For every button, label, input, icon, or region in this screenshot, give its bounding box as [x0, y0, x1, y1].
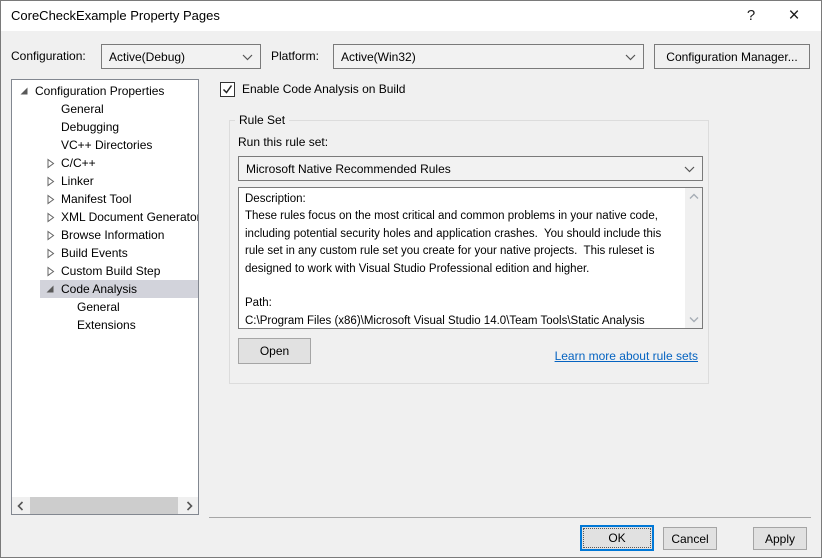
rule-set-description-box: Description: These rules focus on the mo…: [238, 187, 703, 329]
enable-code-analysis-label: Enable Code Analysis on Build: [242, 82, 406, 96]
configuration-tree: Configuration Properties General Debugging…: [11, 79, 199, 515]
tree-rows: Configuration Properties General Debugging…: [12, 82, 198, 334]
tree-item-label: General: [61, 102, 104, 116]
close-icon[interactable]: ×: [781, 1, 807, 31]
scroll-up-icon[interactable]: [685, 188, 702, 205]
tree-item-general[interactable]: General: [12, 298, 198, 316]
tree-item-manifest-tool[interactable]: Manifest Tool: [12, 190, 198, 208]
property-pages-dialog: CoreCheckExample Property Pages ? × Conf…: [0, 0, 822, 558]
tree-item-debugging[interactable]: Debugging: [12, 118, 198, 136]
tree-item-browse-information[interactable]: Browse Information: [12, 226, 198, 244]
collapsed-icon[interactable]: [40, 194, 60, 205]
tree-item-extensions[interactable]: Extensions: [12, 316, 198, 334]
run-rule-set-label: Run this rule set:: [238, 135, 329, 149]
ok-button[interactable]: OK: [580, 525, 654, 551]
footer-separator: [209, 517, 811, 518]
apply-button[interactable]: Apply: [753, 527, 807, 550]
collapsed-icon[interactable]: [40, 212, 60, 223]
tree-horizontal-scrollbar[interactable]: [12, 497, 198, 514]
tree-item-label: Manifest Tool: [61, 192, 132, 206]
tree-item-code-analysis[interactable]: Code Analysis: [12, 280, 198, 298]
tree-item-build-events[interactable]: Build Events: [12, 244, 198, 262]
tree-item-label: Custom Build Step: [61, 264, 161, 278]
tree-item-vc-directories[interactable]: VC++ Directories: [12, 136, 198, 154]
open-button[interactable]: Open: [238, 338, 311, 364]
enable-code-analysis-checkbox[interactable]: [220, 82, 235, 97]
configuration-value: Active(Debug): [109, 49, 186, 64]
checkmark-icon: [222, 85, 233, 94]
expanded-icon[interactable]: [14, 86, 34, 96]
tree-item-custom-build-step[interactable]: Custom Build Step: [12, 262, 198, 280]
collapsed-icon[interactable]: [40, 248, 60, 259]
rule-set-select[interactable]: Microsoft Native Recommended Rules: [238, 156, 703, 181]
configuration-manager-button[interactable]: Configuration Manager...: [654, 44, 810, 69]
collapsed-icon[interactable]: [40, 266, 60, 277]
collapsed-icon[interactable]: [40, 158, 60, 169]
rule-set-group: Rule Set Run this rule set: Microsoft Na…: [229, 113, 709, 384]
chevron-down-icon: [625, 54, 636, 61]
tree-item-configuration-properties[interactable]: Configuration Properties: [12, 82, 198, 100]
help-icon[interactable]: ?: [738, 1, 764, 31]
description-vertical-scrollbar[interactable]: [685, 188, 702, 328]
learn-more-link[interactable]: Learn more about rule sets: [555, 349, 698, 363]
tree-item-label: Extensions: [77, 318, 136, 332]
window-title: CoreCheckExample Property Pages: [11, 8, 220, 23]
tree-item-label: Configuration Properties: [35, 84, 165, 98]
platform-select[interactable]: Active(Win32): [333, 44, 644, 69]
tree-item-label: Linker: [61, 174, 94, 188]
scroll-left-icon[interactable]: [12, 497, 29, 514]
scroll-down-icon[interactable]: [685, 311, 702, 328]
scroll-right-icon[interactable]: [181, 497, 198, 514]
collapsed-icon[interactable]: [40, 176, 60, 187]
rule-set-description: Description: These rules focus on the mo…: [245, 193, 662, 327]
platform-value: Active(Win32): [341, 49, 416, 64]
tree-item-label: Code Analysis: [61, 282, 138, 296]
tree-item-general[interactable]: General: [12, 100, 198, 118]
platform-label: Platform:: [271, 49, 320, 63]
tree-item-xml-document-generator[interactable]: XML Document Generator: [12, 208, 198, 226]
tree-item-label: VC++ Directories: [61, 138, 153, 152]
scrollbar-thumb[interactable]: [30, 497, 178, 514]
rule-set-value: Microsoft Native Recommended Rules: [246, 161, 451, 176]
configuration-select[interactable]: Active(Debug): [101, 44, 261, 69]
tree-item-label: C/C++: [61, 156, 96, 170]
tree-item-label: Build Events: [61, 246, 128, 260]
tree-item-linker[interactable]: Linker: [12, 172, 198, 190]
tree-item-label: General: [77, 300, 120, 314]
tree-item-c-c[interactable]: C/C++: [12, 154, 198, 172]
tree-item-label: Browse Information: [61, 228, 165, 242]
cancel-button[interactable]: Cancel: [663, 527, 717, 550]
titlebar: CoreCheckExample Property Pages ? ×: [1, 1, 821, 31]
chevron-down-icon: [242, 54, 253, 61]
tree-item-label: XML Document Generator: [61, 210, 199, 224]
chevron-down-icon: [684, 166, 695, 173]
tree-item-label: Debugging: [61, 120, 120, 134]
rule-set-group-title: Rule Set: [235, 113, 290, 128]
configuration-label: Configuration:: [11, 49, 86, 63]
expanded-icon[interactable]: [40, 284, 60, 294]
collapsed-icon[interactable]: [40, 230, 60, 241]
